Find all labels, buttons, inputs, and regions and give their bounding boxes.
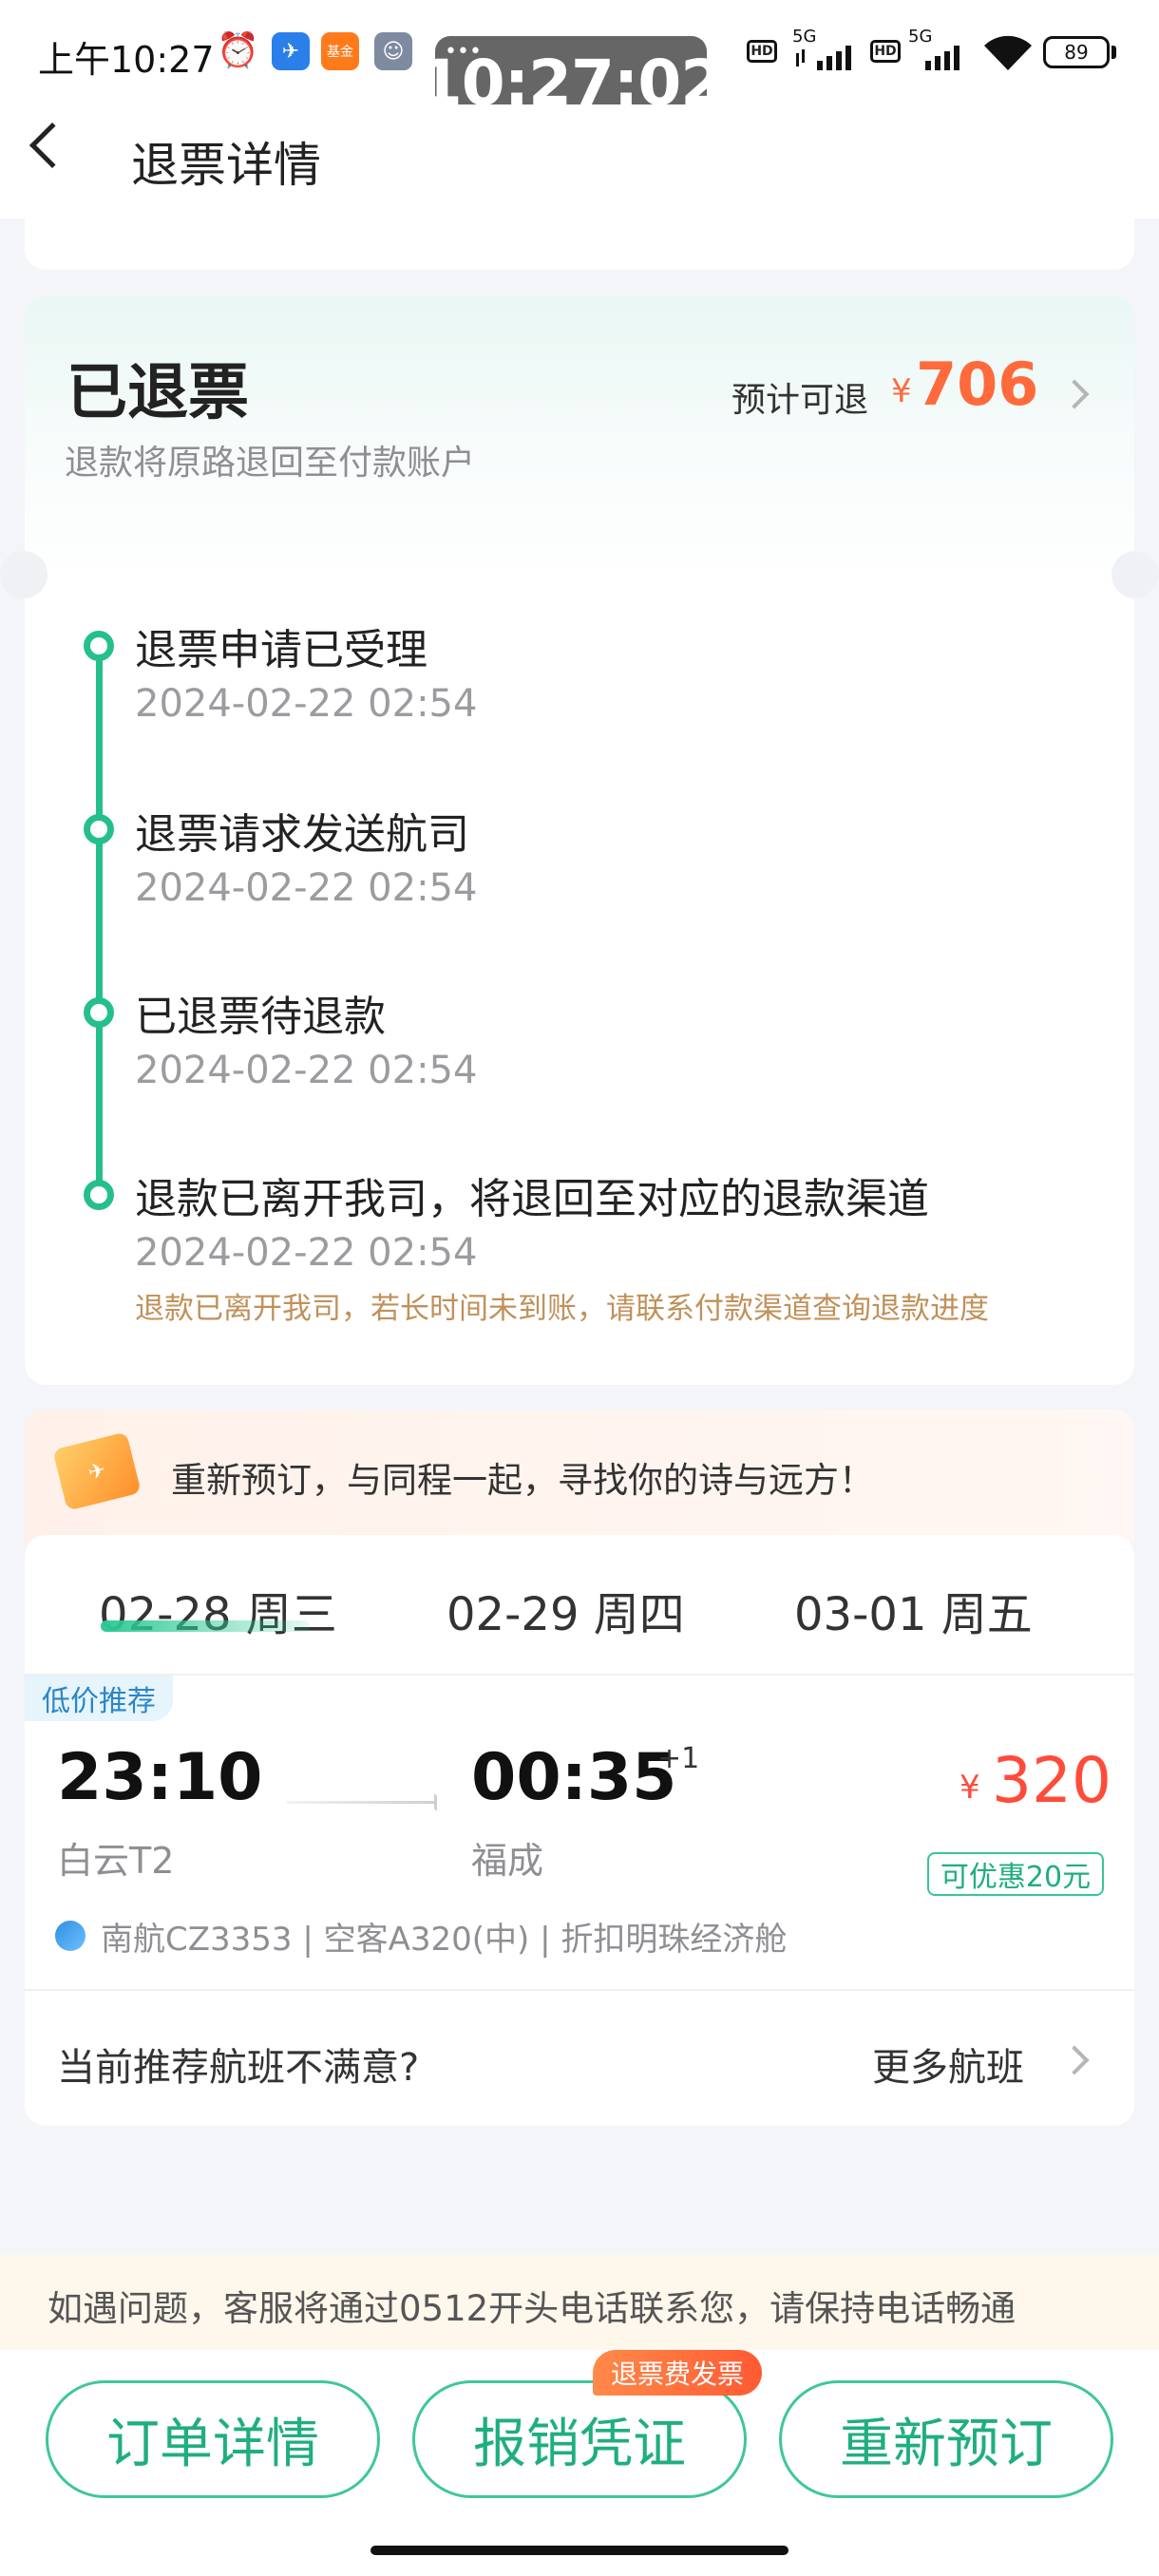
alarm-icon: ⏰	[217, 31, 259, 70]
timeline-line	[96, 644, 103, 1195]
timeline-step-title: 退票申请已受理	[135, 626, 428, 674]
divider	[25, 1674, 1134, 1676]
signal-icon-1	[792, 46, 859, 70]
tab-selected-indicator	[101, 1620, 310, 1632]
timeline-step-title: 已退票待退款	[135, 993, 386, 1041]
page-title: 退票详情	[131, 138, 321, 193]
wifi-icon	[982, 34, 1034, 72]
tab-date-0229[interactable]: 02-29 周四	[446, 1577, 685, 1643]
timeline-step-time: 2024-02-22 02:54	[135, 866, 478, 910]
refund-currency: ¥	[891, 372, 912, 410]
battery-tip	[1112, 46, 1116, 59]
flight-info: 南航CZ3353 | 空客A320(中) | 折扣明珠经济舱	[101, 1921, 788, 1959]
timeline-step-time: 2024-02-22 02:54	[135, 1049, 478, 1092]
timeline-step-time: 2024-02-22 02:54	[135, 682, 478, 726]
hd-badge-1: HD	[747, 40, 777, 63]
travel-app-icon: ✈	[272, 32, 310, 70]
low-price-badge: 低价推荐	[25, 1676, 173, 1721]
signal-icon-2	[922, 46, 975, 70]
flight-arrow-icon	[287, 1801, 437, 1804]
depart-airport: 白云T2	[57, 1840, 175, 1882]
notice-text: 如遇问题，客服将通过0512开头电话联系您，请保持电话畅通	[48, 2288, 1016, 2329]
reimbursement-button[interactable]: 报销凭证	[412, 2380, 747, 2498]
overlay-menu-icon: •••	[445, 40, 482, 64]
hd-badge-2: HD	[870, 40, 901, 63]
network-type-2: 5G	[908, 27, 933, 47]
timeline-step-title: 退票请求发送航司	[135, 810, 469, 859]
arrive-time: 00:35	[471, 1740, 677, 1815]
discount-badge: 可优惠20元	[927, 1852, 1104, 1896]
refund-fee-invoice-badge: 退票费发票	[593, 2350, 762, 2396]
price-currency: ¥	[960, 1769, 980, 1807]
timeline-note: 退款已离开我司，若长时间未到账，请联系付款渠道查询退款进度	[135, 1292, 989, 1326]
refund-status-subtitle: 退款将原路退回至付款账户	[65, 444, 476, 483]
home-indicator[interactable]	[370, 2546, 788, 2555]
refund-amount: 706	[916, 350, 1039, 419]
refund-status-title: 已退票	[66, 358, 249, 428]
card-notch-left	[0, 551, 48, 598]
order-detail-button[interactable]: 订单详情	[46, 2380, 380, 2498]
more-flights-label: 更多航班	[872, 2046, 1024, 2090]
rebook-banner-text: 重新预订，与同程一起，寻找你的诗与远方！	[171, 1460, 874, 1501]
depart-time: 23:10	[57, 1740, 263, 1815]
flight-price: 320	[992, 1744, 1112, 1817]
card-notch-right	[1112, 551, 1159, 598]
tab-date-0228[interactable]: 02-28 周三	[99, 1577, 337, 1643]
robot-app-icon: ☺	[374, 32, 412, 70]
rebook-button[interactable]: 重新预订	[779, 2380, 1113, 2498]
timeline-dot	[84, 631, 114, 661]
fund-app-icon: 基金	[321, 32, 359, 70]
status-time: 上午10:27	[38, 39, 215, 81]
airline-logo-icon	[55, 1921, 86, 1951]
timeline-dot	[84, 1180, 114, 1210]
battery-icon: 89	[1043, 36, 1110, 68]
timeline-dot	[84, 814, 114, 844]
arrive-airport: 福成	[471, 1840, 544, 1882]
previous-card	[25, 190, 1134, 270]
more-flights-prompt: 当前推荐航班不满意?	[57, 2046, 420, 2090]
timeline-dot	[84, 997, 114, 1028]
divider	[25, 1989, 1134, 1991]
network-type-1: 5G	[792, 27, 817, 47]
arrive-day-offset: +1	[657, 1742, 700, 1775]
timeline-step-title: 退款已离开我司，将退回至对应的退款渠道	[135, 1175, 929, 1223]
timeline-step-time: 2024-02-22 02:54	[135, 1231, 478, 1275]
refund-estimate-label: 预计可退	[732, 381, 869, 420]
tab-date-0301[interactable]: 03-01 周五	[794, 1577, 1033, 1643]
